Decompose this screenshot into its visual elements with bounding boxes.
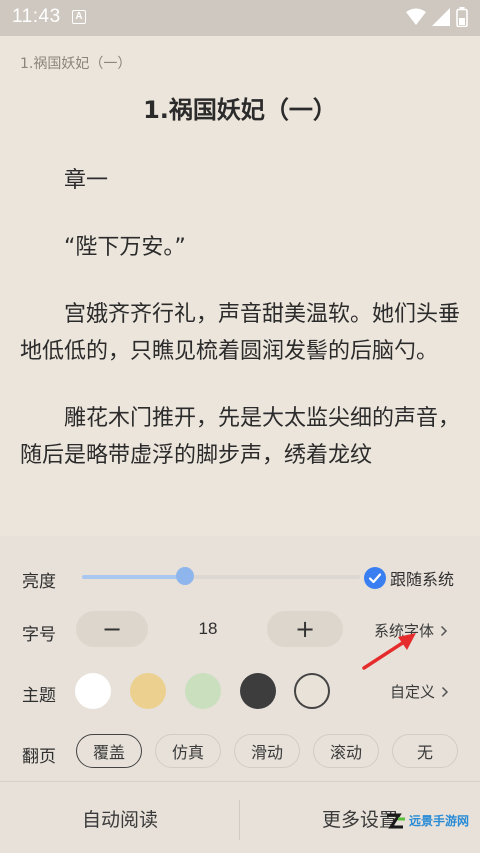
annotation-arrow-icon — [362, 633, 416, 670]
theme-swatch-white[interactable] — [75, 673, 111, 709]
paragraph: 章一 — [64, 168, 109, 193]
page-turn-option-none[interactable]: 无 — [392, 734, 458, 768]
theme-swatch-beige-selected[interactable] — [294, 673, 330, 709]
chevron-right-icon — [440, 625, 448, 636]
running-header: 1.祸国妖妃（一） — [20, 56, 132, 72]
wifi-icon — [406, 8, 426, 25]
brightness-slider-track[interactable] — [82, 575, 360, 579]
status-bar: 11:43 A — [0, 0, 480, 36]
brightness-slider-thumb[interactable] — [175, 567, 194, 585]
auto-read-button[interactable]: 自动阅读 — [0, 782, 240, 853]
chapter-body: 章一 “陛下万安。” 宫娥齐齐行礼，声音甜美温软。她们头垂地低低的，只瞧见梳着圆… — [20, 162, 466, 504]
checkbox-checked-icon — [364, 567, 386, 589]
brightness-label: 亮度 — [22, 572, 56, 592]
status-time: 11:43 — [12, 6, 61, 27]
theme-swatch-dark[interactable] — [240, 673, 276, 709]
follow-system-label: 跟随系统 — [390, 570, 455, 589]
page-turn-option-cover[interactable]: 覆盖 — [76, 734, 142, 768]
page-turn-label: 翻页 — [22, 747, 56, 767]
paragraph: 雕花木门推开，先是大太监尖细的声音，随后是略带虚浮的脚步声，绣着龙纹 — [20, 406, 461, 468]
font-size-label: 字号 — [22, 625, 56, 645]
chevron-right-icon — [441, 686, 449, 697]
theme-label: 主题 — [22, 686, 56, 706]
page-turn-option-slide[interactable]: 滑动 — [234, 734, 300, 768]
font-increase-button[interactable]: + — [267, 611, 343, 647]
paragraph: 宫娥齐齐行礼，声音甜美温软。她们头垂地低低的，只瞧见梳着圆润发髻的后脑勺。 — [20, 302, 461, 364]
watermark-logo-icon — [387, 813, 405, 828]
brightness-slider-fill — [82, 575, 185, 579]
watermark-text: 远景手游网 — [409, 814, 470, 828]
page-turn-option-simulate[interactable]: 仿真 — [155, 734, 221, 768]
theme-swatch-yellow[interactable] — [130, 673, 166, 709]
font-size-value: 18 — [198, 619, 218, 638]
page-turn-option-scroll[interactable]: 滚动 — [313, 734, 379, 768]
status-icons — [406, 7, 468, 27]
signal-icon — [432, 8, 450, 26]
font-decrease-button[interactable]: − — [76, 611, 148, 647]
reader-page[interactable]: 1.祸国妖妃（一） 1.祸国妖妃（一） 章一 “陛下万安。” 宫娥齐齐行礼，声音… — [0, 36, 480, 536]
battery-icon — [456, 7, 468, 27]
custom-theme-label: 自定义 — [390, 683, 436, 701]
custom-theme-button[interactable]: 自定义 — [390, 681, 449, 702]
theme-swatch-green[interactable] — [185, 673, 221, 709]
follow-system-toggle[interactable]: 跟随系统 — [364, 566, 454, 590]
paragraph: “陛下万安。” — [64, 235, 186, 260]
chapter-title: 1.祸国妖妃（一） — [143, 96, 337, 124]
watermark: 远景手游网 — [386, 812, 469, 829]
notification-icon: A — [72, 10, 86, 24]
